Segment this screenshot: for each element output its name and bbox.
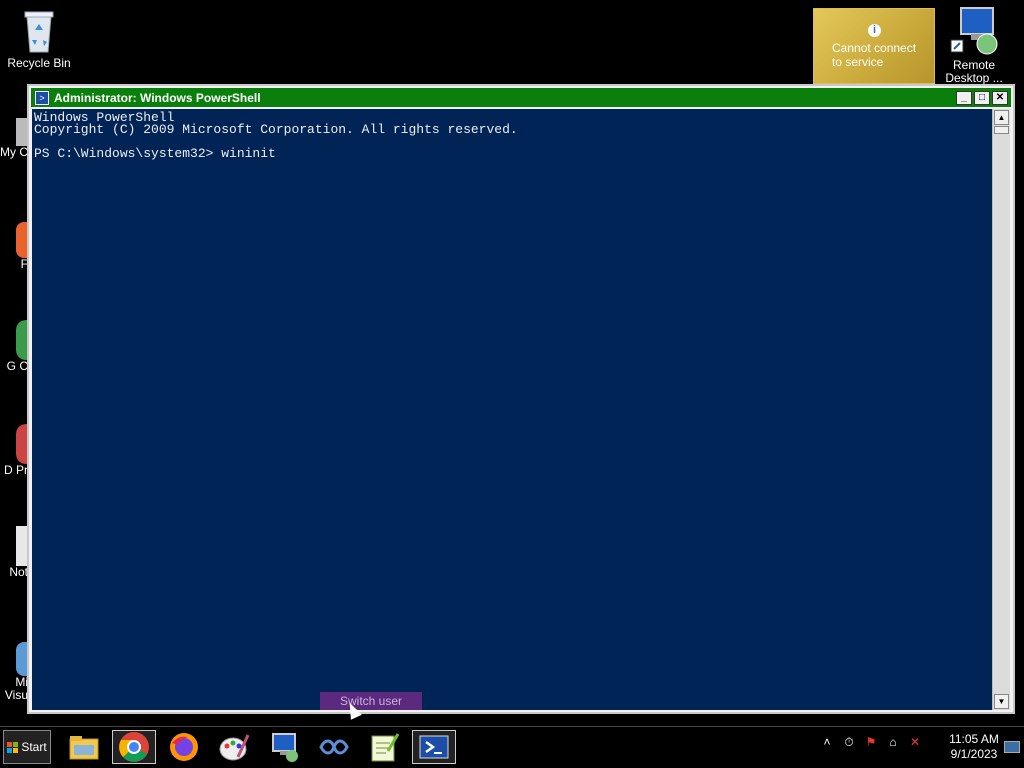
clock-date: 9/1/2023 [950,747,998,761]
volume-muted-icon[interactable]: ✕ [908,735,922,749]
recycle-bin-label: Recycle Bin [7,56,71,70]
scroll-up-arrow-icon[interactable]: ▲ [994,110,1009,125]
window-titlebar[interactable]: > Administrator: Windows PowerShell _ □ … [31,88,1011,107]
tray-expand-icon[interactable]: ˄ [820,735,834,749]
recycle-bin-desktop-icon[interactable]: Recycle Bin [4,6,74,70]
partial-icon-chrome[interactable]: G C [0,320,30,373]
taskbar-file-explorer[interactable] [62,730,106,764]
powershell-icon [419,735,449,759]
system-tray: ˄ ⏱ ⚑ ⌂ ✕ [820,735,922,749]
switch-user-button[interactable]: Switch user [320,692,422,710]
start-button[interactable]: Start [3,730,51,764]
service-notification[interactable]: i Cannot connect to service [813,8,935,84]
remote-desktop-label: Remote Desktop ... [945,58,1003,85]
firefox-icon [170,733,198,761]
windows-logo-icon [7,741,19,753]
file-explorer-icon [69,736,99,760]
partial-icon-my-computer[interactable]: My C [0,118,30,159]
maximize-button[interactable]: □ [974,90,990,105]
console-area[interactable]: Windows PowerShell Copyright (C) 2009 Mi… [32,109,992,710]
window-title: Administrator: Windows PowerShell [54,90,261,105]
partial-icon-firefox[interactable]: F [0,222,30,271]
action-center-flag-icon[interactable]: ⚑ [864,735,878,749]
scroll-thumb[interactable] [994,126,1009,134]
start-label: Start [21,740,47,754]
remote-desktop-desktop-icon[interactable]: Remote Desktop ... [940,6,1008,85]
chrome-icon [119,732,149,762]
notepad-plus-icon [371,733,400,762]
taskbar-powershell[interactable] [412,730,456,764]
taskbar-notepad-plus[interactable] [362,730,406,764]
notification-text-line1: Cannot connect [832,41,917,55]
powershell-icon: > [35,90,49,105]
taskbar-paint[interactable] [212,730,256,764]
recycle-bin-icon [24,11,54,53]
partial-icon-visual-studio[interactable]: Mi Visu [0,642,30,702]
scroll-down-arrow-icon[interactable]: ▼ [994,694,1009,709]
taskbar-visual-studio[interactable] [312,730,356,764]
paint-icon [219,734,250,761]
clock-tray-icon[interactable]: ⏱ [842,735,856,749]
network-icon[interactable]: ⌂ [886,735,900,749]
powershell-window[interactable]: > Administrator: Windows PowerShell _ □ … [27,84,1015,714]
remote-desktop-icon [272,733,298,762]
taskbar-firefox[interactable] [162,730,206,764]
taskbar-remote-desktop[interactable] [262,730,306,764]
remote-desktop-icon [950,7,998,55]
info-icon: i [868,24,881,37]
minimize-button[interactable]: _ [956,90,972,105]
partial-icon-d-pr[interactable]: D Pr [0,424,30,477]
vertical-scrollbar[interactable]: ▲ ▼ [992,109,1010,710]
console-text: Windows PowerShell Copyright (C) 2009 Mi… [34,110,518,161]
visual-studio-icon [319,739,349,755]
taskbar-chrome[interactable] [112,730,156,764]
show-desktop-button[interactable] [1004,741,1020,753]
taskbar: Start ˄ ⏱ ⚑ ⌂ ✕ 11:05 AM 9/1/2023 [0,726,1024,768]
clock-time: 11:05 AM [949,732,999,746]
partial-icon-notepad[interactable]: Not [0,526,30,579]
taskbar-clock[interactable]: 11:05 AM 9/1/2023 [944,732,1004,762]
notification-text-line2: to service [832,55,884,69]
close-button[interactable]: ✕ [992,90,1008,105]
